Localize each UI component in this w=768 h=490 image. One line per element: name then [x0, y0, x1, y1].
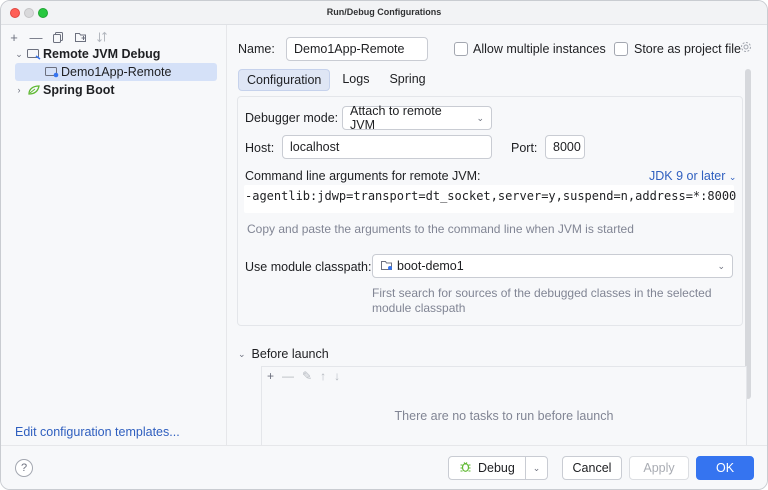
- edit-task-icon[interactable]: ✎: [302, 369, 312, 383]
- spring-boot-icon: [27, 84, 41, 96]
- tree-node-label: Spring Boot: [43, 83, 115, 97]
- gear-icon[interactable]: [740, 41, 752, 56]
- chevron-down-icon[interactable]: ⌄: [525, 457, 547, 479]
- tree-node-demo1app-remote[interactable]: Demo1App-Remote: [15, 63, 217, 81]
- tree-node-remote-jvm-debug[interactable]: ⌄ Remote JVM Debug: [13, 45, 217, 63]
- cmd-args-hint: Copy and paste the arguments to the comm…: [247, 222, 634, 236]
- store-project-file-label[interactable]: Store as project file: [634, 42, 741, 56]
- chevron-down-icon: ⌄: [717, 260, 725, 271]
- add-task-icon[interactable]: +: [267, 369, 274, 383]
- cancel-button[interactable]: Cancel: [562, 456, 622, 480]
- cmd-args-field[interactable]: -agentlib:jdwp=transport=dt_socket,serve…: [244, 185, 736, 213]
- remove-task-icon[interactable]: —: [282, 369, 294, 383]
- configuration-form: Name: Demo1App-Remote Allow multiple ins…: [228, 25, 767, 448]
- before-launch-toolbar: + — ✎ ↑ ↓: [267, 369, 340, 383]
- cmd-args-label: Command line arguments for remote JVM:: [245, 169, 481, 183]
- allow-multiple-label[interactable]: Allow multiple instances: [473, 42, 606, 56]
- module-hint-line-1: First search for sources of the debugged…: [372, 286, 712, 300]
- edit-templates-link[interactable]: Edit configuration templates...: [15, 425, 180, 439]
- remove-icon[interactable]: —: [29, 30, 43, 45]
- debugger-mode-label: Debugger mode:: [245, 111, 339, 125]
- debugger-mode-value: Attach to remote JVM: [350, 104, 442, 132]
- title-bar: Run/Debug Configurations: [1, 1, 767, 25]
- module-hint-line-2: module classpath: [372, 301, 466, 315]
- tree-toolbar: + —: [7, 29, 109, 45]
- sort-icon[interactable]: [95, 30, 109, 44]
- add-icon[interactable]: +: [7, 30, 21, 45]
- port-field[interactable]: 8000: [545, 135, 585, 159]
- tab-spring[interactable]: Spring: [381, 69, 433, 91]
- debug-label: Debug: [478, 461, 515, 475]
- tab-bar: Configuration Logs Spring: [238, 69, 434, 91]
- remote-config-icon: [45, 66, 59, 78]
- window-title: Run/Debug Configurations: [326, 7, 442, 17]
- chevron-down-icon[interactable]: ⌄: [13, 49, 25, 60]
- apply-button[interactable]: Apply: [629, 456, 689, 480]
- debug-button-group: Debug ⌄: [448, 456, 548, 480]
- chevron-down-icon[interactable]: ⌄: [238, 349, 246, 360]
- configuration-panel: Debugger mode: Attach to remote JVM ⌄ Ho…: [237, 96, 743, 326]
- ok-button[interactable]: OK: [696, 456, 754, 480]
- module-classpath-select[interactable]: boot-demo1 ⌄: [372, 254, 733, 278]
- store-project-file-checkbox[interactable]: [614, 42, 628, 56]
- module-icon: [380, 259, 393, 274]
- move-down-icon[interactable]: ↓: [334, 369, 340, 383]
- new-folder-icon[interactable]: [73, 30, 87, 44]
- module-classpath-value: boot-demo1: [397, 259, 464, 273]
- jdk-version-link[interactable]: JDK 9 or later ⌄: [649, 169, 736, 183]
- bug-icon: [459, 460, 472, 476]
- before-launch-header[interactable]: ⌄ Before launch: [238, 347, 329, 361]
- dialog-footer: ? Debug ⌄ Cancel Apply OK: [1, 445, 767, 489]
- tree-node-label: Remote JVM Debug: [43, 47, 161, 61]
- tab-logs[interactable]: Logs: [334, 69, 377, 91]
- port-label: Port:: [511, 141, 538, 155]
- chevron-down-icon: ⌄: [728, 172, 737, 182]
- host-field[interactable]: localhost: [282, 135, 492, 159]
- before-launch-label: Before launch: [251, 347, 329, 361]
- copy-icon[interactable]: [51, 30, 65, 44]
- form-scrollbar[interactable]: [745, 69, 751, 399]
- debug-button[interactable]: Debug: [449, 457, 525, 479]
- tree-node-spring-boot[interactable]: › Spring Boot: [13, 81, 217, 99]
- tree-node-label: Demo1App-Remote: [61, 65, 172, 79]
- name-label: Name:: [238, 42, 275, 56]
- help-button[interactable]: ?: [15, 459, 33, 477]
- debugger-mode-select[interactable]: Attach to remote JVM ⌄: [342, 104, 492, 132]
- chevron-down-icon: ⌄: [476, 112, 484, 123]
- before-launch-task-list: + — ✎ ↑ ↓ There are no tasks to run befo…: [261, 366, 747, 448]
- before-launch-empty-text: There are no tasks to run before launch: [394, 409, 614, 423]
- jdk-version-label: JDK 9 or later: [649, 169, 726, 183]
- allow-multiple-checkbox[interactable]: [454, 42, 468, 56]
- move-up-icon[interactable]: ↑: [320, 369, 326, 383]
- run-debug-dialog: Run/Debug Configurations + — ⌄ Remote JV…: [0, 0, 768, 490]
- tab-configuration[interactable]: Configuration: [238, 69, 331, 91]
- chevron-right-icon[interactable]: ›: [13, 85, 25, 95]
- configuration-tree-pane: + — ⌄ Remote JVM Debug Demo1App-Remote ›…: [1, 25, 227, 445]
- name-field[interactable]: Demo1App-Remote: [286, 37, 428, 61]
- module-classpath-label: Use module classpath:: [245, 260, 372, 274]
- host-label: Host:: [245, 141, 275, 155]
- remote-debug-icon: [27, 48, 41, 60]
